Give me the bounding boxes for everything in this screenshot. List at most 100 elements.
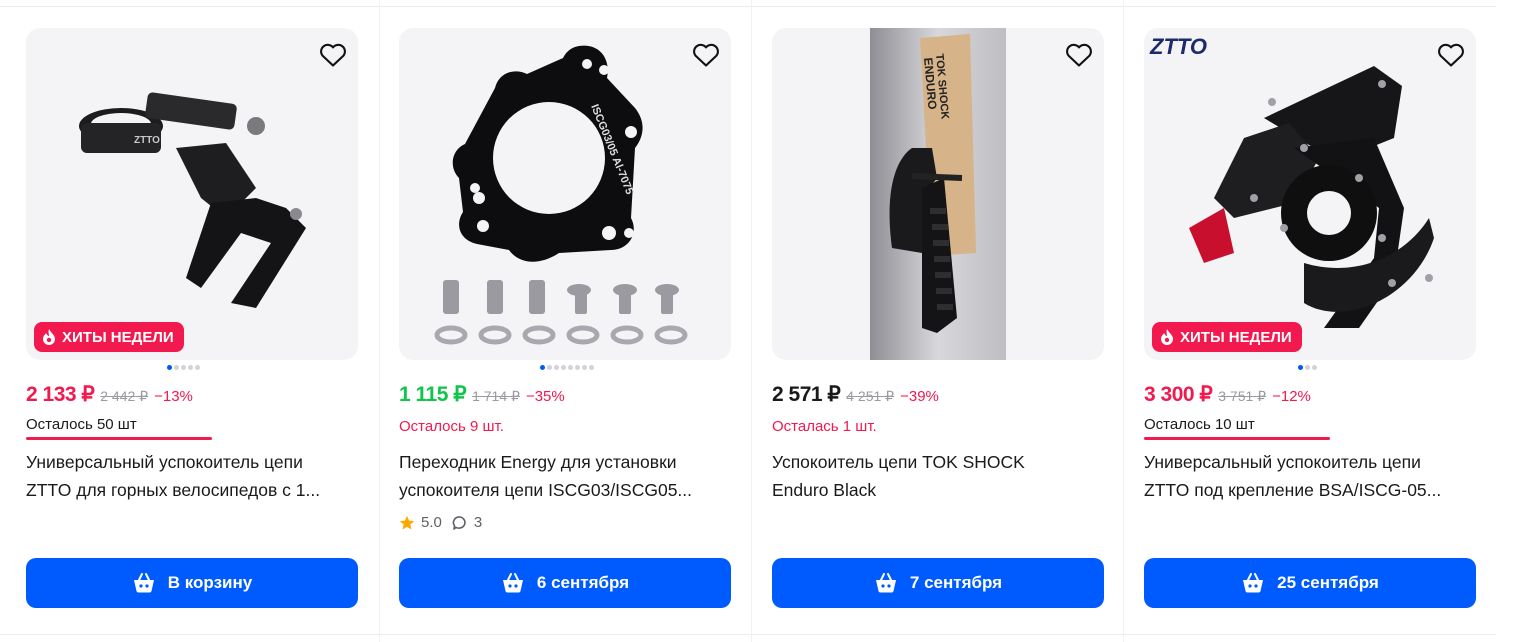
old-price: 1 714 ₽ xyxy=(472,388,520,404)
column-divider xyxy=(751,0,752,642)
svg-text:ZTTO: ZTTO xyxy=(134,135,160,146)
button-label: 25 сентября xyxy=(1277,573,1379,592)
old-price: 3 751 ₽ xyxy=(1218,388,1267,404)
badge-label: ХИТЫ НЕДЕЛИ xyxy=(62,328,174,346)
product-card[interactable]: ENDURO TOK SHOCK 2 571 ₽ 4 251 ₽ −39% Ос… xyxy=(772,0,1104,642)
favorite-button[interactable] xyxy=(1436,40,1466,70)
column-divider xyxy=(379,0,380,642)
pagination-dot[interactable] xyxy=(547,364,552,370)
product-title[interactable]: Переходник Energy для установки успокоит… xyxy=(399,448,731,504)
pagination-dot[interactable] xyxy=(188,364,193,370)
pagination-dot[interactable] xyxy=(575,364,580,370)
title-line: успокоителя цепи ISCG03/ISCG05... xyxy=(399,480,693,500)
stock-remaining: Осталось 9 шт. xyxy=(399,418,504,435)
current-price: 2 133 ₽ xyxy=(26,383,95,406)
product-card[interactable]: ZTTO ХИТЫ НЕДЕЛИ 3 300 ₽ 3 751 ₽ −12% Ос… xyxy=(1144,0,1476,642)
heart-icon xyxy=(693,43,719,67)
pagination-dot[interactable] xyxy=(167,364,172,370)
pagination-dot[interactable] xyxy=(174,364,179,370)
title-line: ZTTO для горных велосипедов с 1... xyxy=(26,480,321,500)
product-image[interactable]: ISCG03/05 Al-7075 xyxy=(399,28,731,360)
stock-remaining: Осталось 50 шт xyxy=(26,416,137,433)
delivery-date-button[interactable]: 7 сентября xyxy=(772,558,1104,608)
pagination-dot[interactable] xyxy=(561,364,566,370)
title-line: Enduro Black xyxy=(772,480,877,500)
product-image[interactable]: ENDURO TOK SHOCK xyxy=(772,28,1104,360)
product-grid: ZTTO ХИТЫ НЕДЕЛИ 2 133 ₽ 2 442 ₽ −13% Ос… xyxy=(0,0,1518,642)
hits-badge: ХИТЫ НЕДЕЛИ xyxy=(1152,322,1302,352)
star-icon xyxy=(399,515,415,530)
old-price: 4 251 ₽ xyxy=(846,388,895,404)
add-to-cart-button[interactable]: В корзину xyxy=(26,558,358,608)
image-pagination[interactable] xyxy=(540,364,594,370)
title-line: Переходник Energy для установки xyxy=(399,452,677,472)
price-row: 2 571 ₽ 4 251 ₽ −39% xyxy=(772,382,939,407)
current-price: 2 571 ₽ xyxy=(772,383,841,406)
pagination-dot[interactable] xyxy=(568,364,573,370)
discount-percent: −12% xyxy=(1272,388,1311,405)
button-label: 7 сентября xyxy=(909,573,1003,592)
image-pagination[interactable] xyxy=(167,364,200,370)
badge-label: ХИТЫ НЕДЕЛИ xyxy=(1180,328,1292,346)
basket-icon xyxy=(875,573,896,593)
discount-percent: −13% xyxy=(154,388,193,405)
pagination-dot[interactable] xyxy=(195,364,200,370)
column-divider xyxy=(1123,0,1124,642)
product-title[interactable]: Универсальный успокоитель цепи ZTTO для … xyxy=(26,448,358,504)
heart-icon xyxy=(1066,43,1092,67)
pagination-dot[interactable] xyxy=(1298,364,1303,370)
pagination-dot[interactable] xyxy=(181,364,186,370)
pagination-dot[interactable] xyxy=(1305,364,1310,370)
pagination-dot[interactable] xyxy=(582,364,587,370)
current-price: 3 300 ₽ xyxy=(1144,383,1213,406)
stock-remaining: Осталась 1 шт. xyxy=(772,418,877,435)
product-card[interactable]: ZTTO ХИТЫ НЕДЕЛИ 2 133 ₽ 2 442 ₽ −13% Ос… xyxy=(26,0,358,642)
discount-percent: −39% xyxy=(900,388,939,405)
iscg-adapter-image: ISCG03/05 Al-7075 xyxy=(434,45,688,345)
stock-remaining: Осталось 10 шт xyxy=(1144,416,1255,433)
basket-icon xyxy=(1243,573,1264,593)
tok-shock-package-image: ENDURO TOK SHOCK xyxy=(870,28,1006,360)
product-image[interactable]: ZTTO ХИТЫ НЕДЕЛИ xyxy=(26,28,358,360)
rating-row[interactable]: 5.0 3 xyxy=(399,514,482,531)
pagination-dot[interactable] xyxy=(540,364,545,370)
product-title[interactable]: Успокоитель цепи TOK SHOCK Enduro Black xyxy=(772,448,1104,504)
pagination-dot[interactable] xyxy=(554,364,559,370)
fire-icon xyxy=(1161,329,1173,345)
old-price: 2 442 ₽ xyxy=(100,388,149,404)
pagination-dot[interactable] xyxy=(589,364,594,370)
favorite-button[interactable] xyxy=(1064,40,1094,70)
basket-icon xyxy=(502,573,523,593)
product-image[interactable]: ZTTO ХИТЫ НЕДЕЛИ xyxy=(1144,28,1476,360)
button-label: В корзину xyxy=(167,573,253,592)
heart-icon xyxy=(320,43,346,67)
chain-guide-bsa-image: ZTTO xyxy=(1149,34,1434,328)
title-line: ZTTO под крепление BSA/ISCG-05... xyxy=(1144,480,1442,500)
hits-badge: ХИТЫ НЕДЕЛИ xyxy=(34,322,184,352)
title-line: Успокоитель цепи TOK SHOCK xyxy=(772,452,1025,472)
favorite-button[interactable] xyxy=(318,40,348,70)
price-row: 1 115 ₽ 1 714 ₽ −35% xyxy=(399,382,565,407)
reviews-count: 3 xyxy=(473,514,483,531)
basket-icon xyxy=(133,573,154,593)
image-pagination[interactable] xyxy=(1298,364,1317,370)
price-row: 2 133 ₽ 2 442 ₽ −13% xyxy=(26,382,193,407)
title-line: Универсальный успокоитель цепи xyxy=(1144,452,1421,472)
delivery-date-button[interactable]: 6 сентября xyxy=(399,558,731,608)
delivery-date-button[interactable]: 25 сентября xyxy=(1144,558,1476,608)
current-price: 1 115 ₽ xyxy=(399,383,467,406)
price-row: 3 300 ₽ 3 751 ₽ −12% xyxy=(1144,382,1311,407)
heart-icon xyxy=(1438,43,1464,67)
rating-value: 5.0 xyxy=(421,514,442,531)
stock-progress-bar xyxy=(1144,437,1330,440)
button-label: 6 сентября xyxy=(536,573,630,592)
pagination-dot[interactable] xyxy=(1312,364,1317,370)
stock-progress-bar xyxy=(26,437,212,440)
comment-icon xyxy=(452,515,466,530)
fire-icon xyxy=(43,329,55,345)
brand-logo-ztto: ZTTO xyxy=(1149,34,1207,59)
product-title[interactable]: Универсальный успокоитель цепи ZTTO под … xyxy=(1144,448,1476,504)
title-line: Универсальный успокоитель цепи xyxy=(26,452,303,472)
product-card[interactable]: ISCG03/05 Al-7075 1 115 ₽ 1 714 ₽ −35% О… xyxy=(399,0,731,642)
favorite-button[interactable] xyxy=(691,40,721,70)
